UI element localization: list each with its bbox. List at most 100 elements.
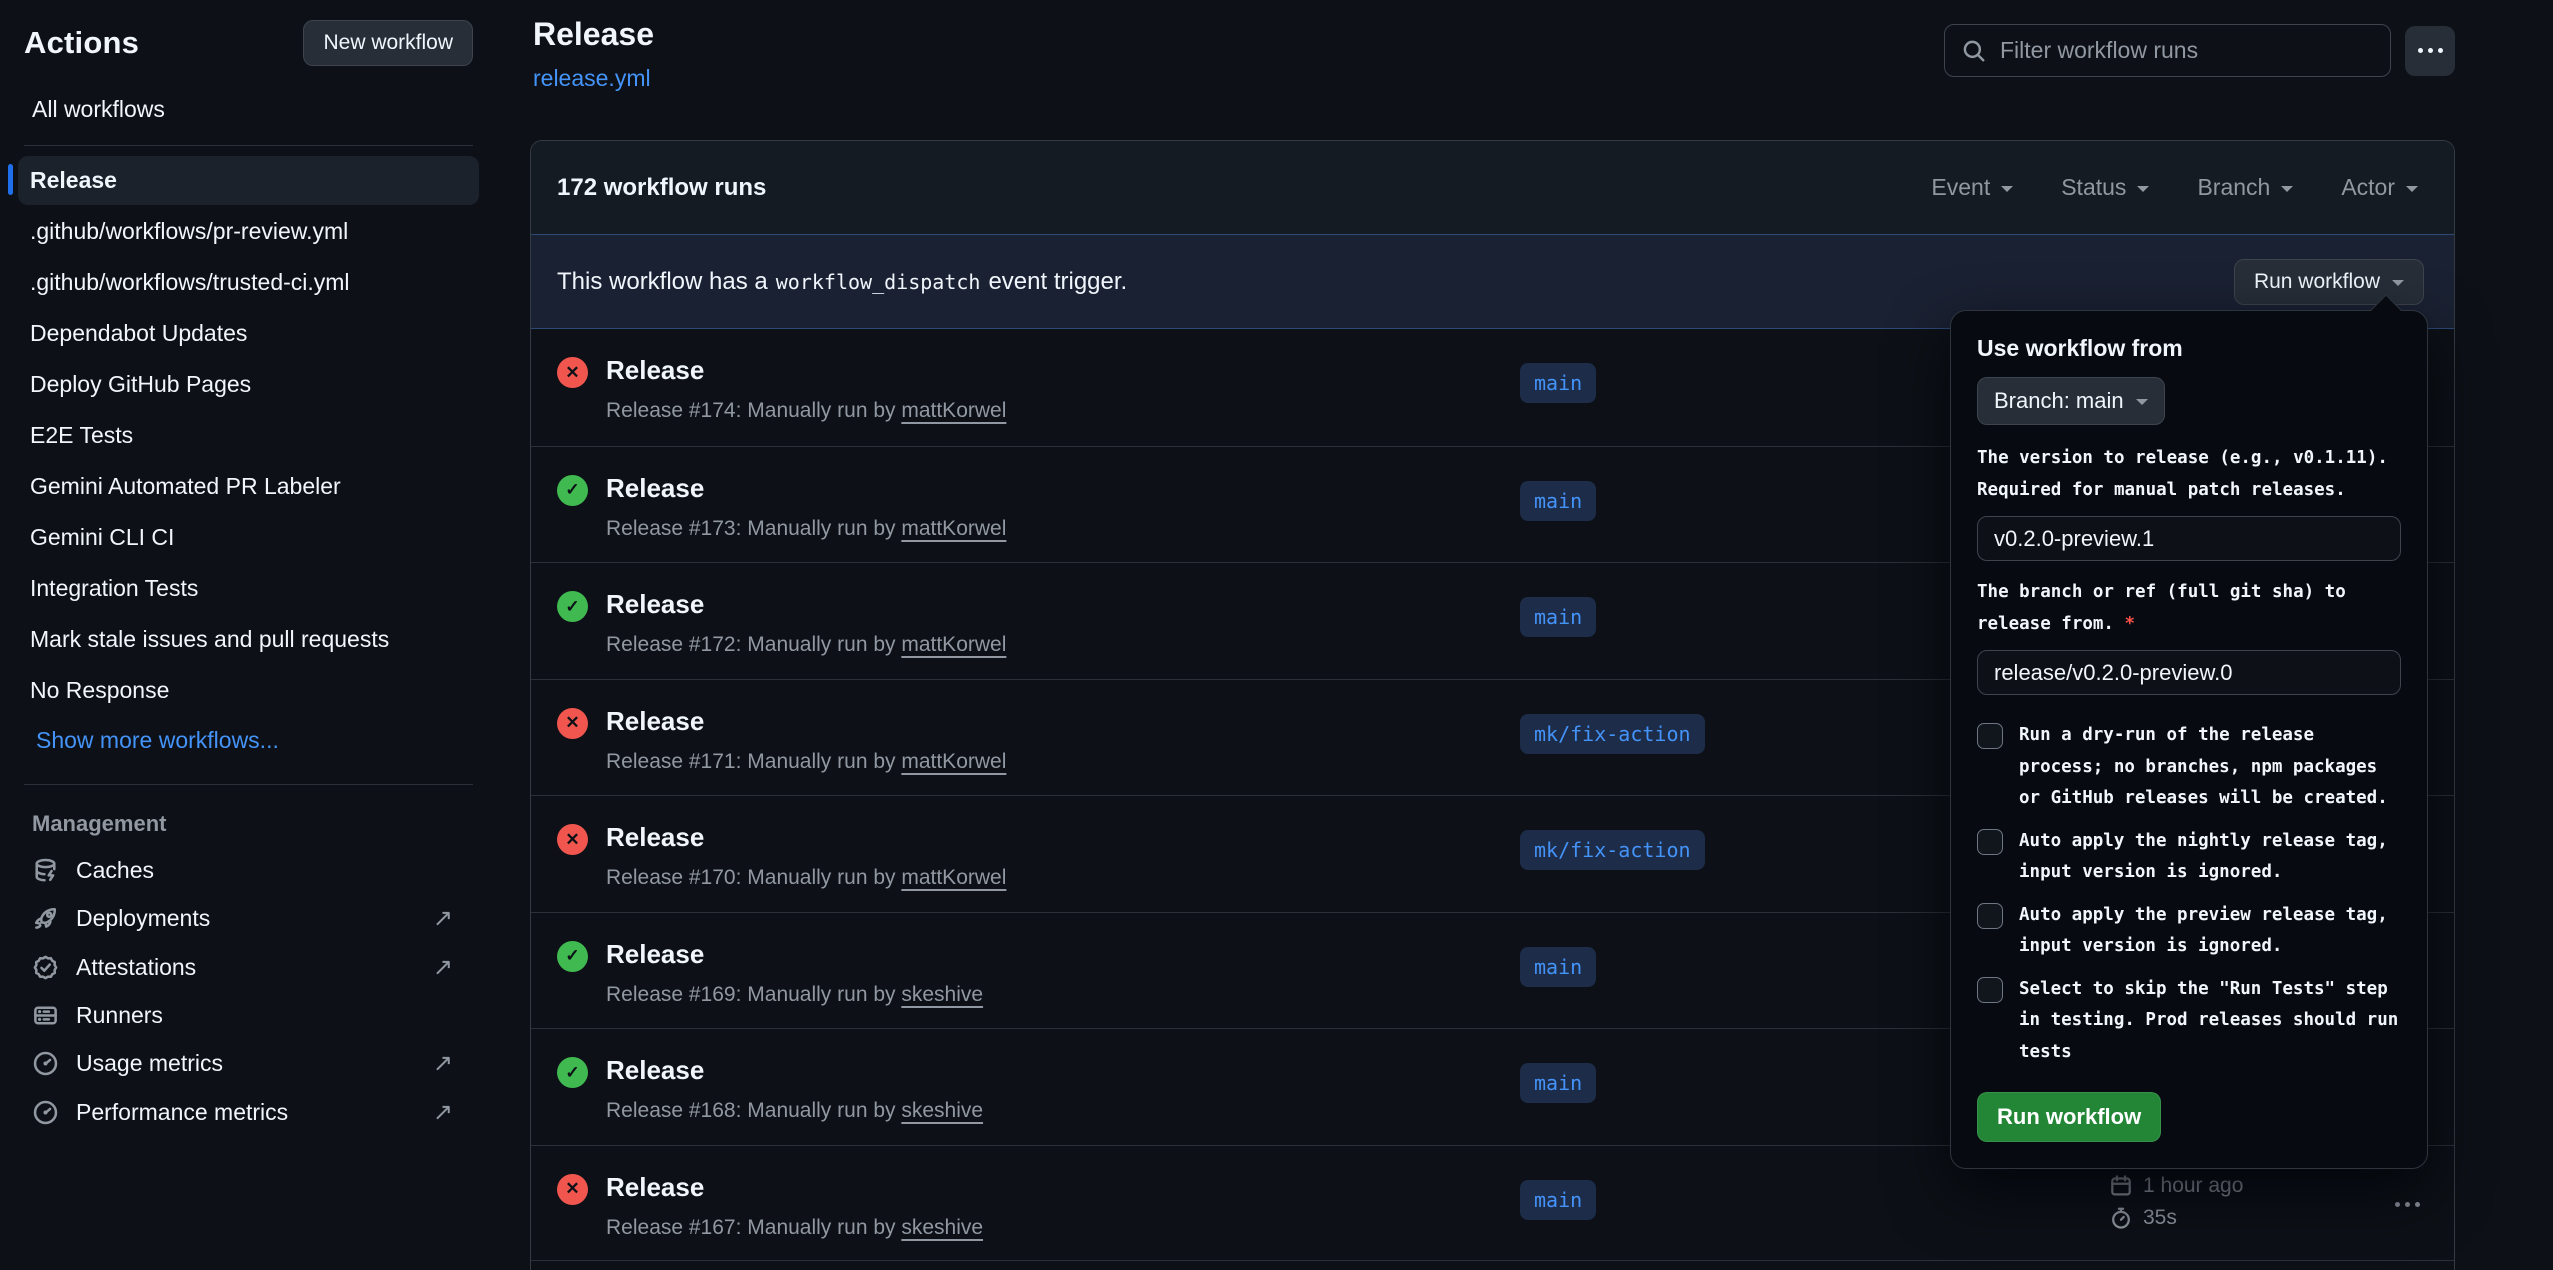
ref-input[interactable] (1977, 650, 2401, 695)
actor-link[interactable]: mattKorwel (901, 399, 1006, 422)
checkbox-3[interactable] (1977, 977, 2003, 1003)
checkbox-0[interactable] (1977, 723, 2003, 749)
filter-event-dropdown[interactable]: Event (1931, 174, 2013, 201)
workflow-list: Release.github/workflows/pr-review.yml.g… (24, 156, 473, 715)
sidebar-item-all-workflows[interactable]: All workflows (32, 96, 473, 123)
run-title-link[interactable]: Release (606, 1172, 704, 1202)
sidebar-item-deploy-github-pages[interactable]: Deploy GitHub Pages (18, 360, 479, 409)
sidebar-item-no-response[interactable]: No Response (18, 666, 479, 715)
external-link-icon: ↗ (433, 953, 453, 982)
show-more-workflows-link[interactable]: Show more workflows... (36, 719, 473, 762)
run-title-link[interactable]: Release (606, 589, 704, 619)
run-workflow-dropdown-button[interactable]: Run workflow (2234, 259, 2424, 305)
branch-badge[interactable]: mk/fix-action (1520, 830, 1705, 870)
sidebar-item-attestations[interactable]: Attestations↗ (24, 943, 473, 992)
checkbox-label[interactable]: Auto apply the nightly release tag, inpu… (2019, 826, 2401, 889)
actor-link[interactable]: skeshive (901, 983, 983, 1006)
sidebar-item-e2e-tests[interactable]: E2E Tests (18, 411, 479, 460)
new-workflow-button[interactable]: New workflow (303, 20, 473, 66)
sidebar-item-mark-stale-issues-and-pull-requests[interactable]: Mark stale issues and pull requests (18, 615, 479, 664)
rocket-icon (32, 905, 59, 932)
sidebar-item-deployments[interactable]: Deployments↗ (24, 894, 473, 943)
chevron-down-icon (2406, 186, 2418, 198)
sidebar-divider (24, 784, 473, 785)
sidebar-item-release[interactable]: Release (18, 156, 479, 205)
checkbox-2[interactable] (1977, 903, 2003, 929)
runs-count: 172 workflow runs (557, 174, 766, 202)
sidebar-item-usage-metrics[interactable]: Usage metrics↗ (24, 1039, 473, 1088)
filter-workflow-runs-search[interactable] (1944, 24, 2391, 77)
run-description: Release #167: Manually run by skeshive (606, 1216, 983, 1240)
actions-sidebar: Actions New workflow All workflows Relea… (0, 0, 497, 1270)
panel-checkbox-list: Run a dry-run of the release process; no… (1977, 720, 2401, 1068)
sidebar-item-github-workflows-trusted-ci-yml[interactable]: .github/workflows/trusted-ci.yml (18, 258, 479, 307)
sidebar-divider (24, 145, 473, 146)
failure-status-icon: ✕ (557, 708, 588, 739)
panel-heading: Use workflow from (1977, 335, 2401, 362)
panel-checkbox-row: Auto apply the preview release tag, inpu… (1977, 900, 2401, 963)
sidebar-item-label: Performance metrics (76, 1099, 288, 1126)
sidebar-item-gemini-automated-pr-labeler[interactable]: Gemini Automated PR Labeler (18, 462, 479, 511)
actor-link[interactable]: mattKorwel (901, 517, 1006, 540)
external-link-icon: ↗ (433, 1098, 453, 1127)
sidebar-item-label: Usage metrics (76, 1050, 223, 1077)
checkbox-label[interactable]: Run a dry-run of the release process; no… (2019, 720, 2401, 815)
sidebar-item-performance-metrics[interactable]: Performance metrics ↗ (24, 1088, 473, 1137)
run-description: Release #171: Manually run by mattKorwel (606, 750, 1006, 774)
panel-checkbox-row: Auto apply the nightly release tag, inpu… (1977, 826, 2401, 889)
sidebar-item-label: Caches (76, 857, 154, 884)
actor-link[interactable]: skeshive (901, 1216, 983, 1239)
success-status-icon: ✓ (557, 1057, 588, 1088)
run-options-kebab-button[interactable] (2387, 1194, 2428, 1215)
sidebar-item-integration-tests[interactable]: Integration Tests (18, 564, 479, 613)
branch-badge[interactable]: main (1520, 1063, 1596, 1103)
actor-link[interactable]: mattKorwel (901, 750, 1006, 773)
branch-badge[interactable]: main (1520, 597, 1596, 637)
sidebar-item-caches[interactable]: Caches (24, 847, 473, 894)
meter-icon (32, 1050, 59, 1077)
sidebar-item-github-workflows-pr-review-yml[interactable]: .github/workflows/pr-review.yml (18, 207, 479, 256)
branch-badge[interactable]: mk/fix-action (1520, 714, 1705, 754)
sidebar-item-runners[interactable]: Runners (24, 992, 473, 1039)
run-title-link[interactable]: Release (606, 1055, 704, 1085)
branch-badge[interactable]: main (1520, 947, 1596, 987)
chevron-down-icon (2001, 186, 2013, 198)
sidebar-item-dependabot-updates[interactable]: Dependabot Updates (18, 309, 479, 358)
branch-badge[interactable]: main (1520, 1180, 1596, 1220)
run-description: Release #170: Manually run by mattKorwel (606, 866, 1006, 890)
cache-icon (32, 857, 59, 884)
branch-badge[interactable]: main (1520, 481, 1596, 521)
panel-checkbox-row: Select to skip the "Run Tests" step in t… (1977, 974, 2401, 1069)
version-input[interactable] (1977, 516, 2401, 561)
checkbox-1[interactable] (1977, 829, 2003, 855)
run-title-link[interactable]: Release (606, 355, 704, 385)
actor-link[interactable]: mattKorwel (901, 866, 1006, 889)
actor-link[interactable]: skeshive (901, 1099, 983, 1122)
run-title-link[interactable]: Release (606, 706, 704, 736)
run-title-link[interactable]: Release (606, 822, 704, 852)
sidebar-item-label: Runners (76, 1002, 163, 1029)
checkbox-label[interactable]: Auto apply the preview release tag, inpu… (2019, 900, 2401, 963)
runs-filters: Event Status Branch Actor (1931, 174, 2418, 201)
workflow-file-link[interactable]: release.yml (533, 65, 651, 92)
success-status-icon: ✓ (557, 475, 588, 506)
failure-status-icon: ✕ (557, 357, 588, 388)
sidebar-item-label: Deployments (76, 905, 210, 932)
run-description: Release #169: Manually run by skeshive (606, 983, 983, 1007)
sidebar-item-gemini-cli-ci[interactable]: Gemini CLI CI (18, 513, 479, 562)
search-input[interactable] (2000, 37, 2374, 64)
chevron-down-icon (2281, 186, 2293, 198)
run-title-link[interactable]: Release (606, 939, 704, 969)
branch-selector-button[interactable]: Branch: main (1977, 377, 2165, 425)
branch-badge[interactable]: main (1520, 363, 1596, 403)
filter-status-dropdown[interactable]: Status (2061, 174, 2149, 201)
failure-status-icon: ✕ (557, 1174, 588, 1205)
run-title-link[interactable]: Release (606, 473, 704, 503)
filter-branch-dropdown[interactable]: Branch (2197, 174, 2293, 201)
filter-actor-dropdown[interactable]: Actor (2341, 174, 2418, 201)
meter-icon (32, 1099, 59, 1126)
checkbox-label[interactable]: Select to skip the "Run Tests" step in t… (2019, 974, 2401, 1069)
workflow-options-kebab-button[interactable] (2405, 26, 2455, 76)
run-workflow-submit-button[interactable]: Run workflow (1977, 1092, 2161, 1142)
actor-link[interactable]: mattKorwel (901, 633, 1006, 656)
